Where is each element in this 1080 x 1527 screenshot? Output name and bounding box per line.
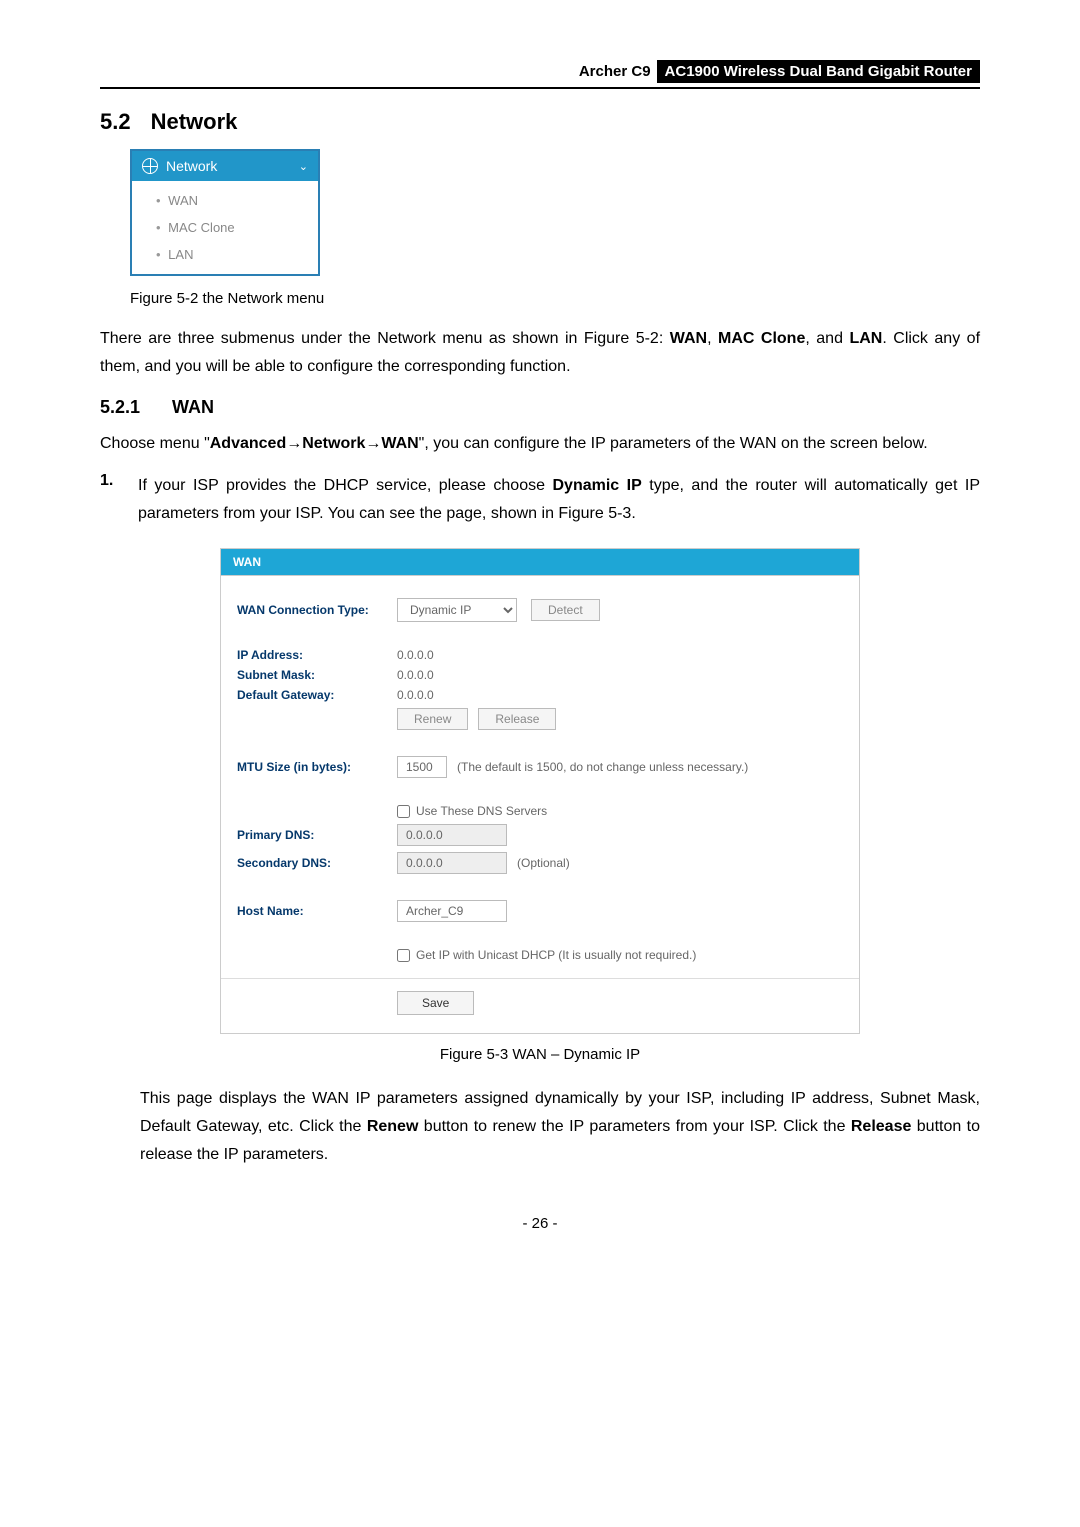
wan-panel-heading: WAN <box>221 549 859 576</box>
row-renew-release: Renew Release <box>237 708 843 730</box>
text: , and <box>805 330 849 347</box>
mtu-input[interactable] <box>397 756 447 778</box>
figure-5-3-caption: Figure 5-3 WAN – Dynamic IP <box>100 1046 980 1063</box>
label-primary-dns: Primary DNS: <box>237 828 397 842</box>
bold-renew: Renew <box>367 1118 419 1135</box>
list-item: 1. If your ISP provides the DHCP service… <box>100 472 980 528</box>
row-save: Save <box>237 991 843 1015</box>
renew-button[interactable]: Renew <box>397 708 468 730</box>
intro-paragraph: There are three submenus under the Netwo… <box>100 325 980 381</box>
menu-header-label: Network <box>166 158 217 174</box>
text: If your ISP provides the DHCP service, p… <box>138 477 552 494</box>
row-secondary-dns: Secondary DNS: (Optional) <box>237 852 843 874</box>
section-title: Network <box>151 109 238 134</box>
menu-header[interactable]: Network ⌄ <box>132 151 318 181</box>
unicast-checkbox[interactable] <box>397 949 410 962</box>
doc-header: Archer C9 AC1900 Wireless Dual Band Giga… <box>100 60 980 89</box>
figure-5-2-caption: Figure 5-2 the Network menu <box>130 290 980 307</box>
text: , <box>707 330 718 347</box>
arrow-icon: → <box>365 435 381 452</box>
row-mtu: MTU Size (in bytes): (The default is 150… <box>237 756 843 778</box>
text: Choose menu " <box>100 435 210 452</box>
label-secondary-dns: Secondary DNS: <box>237 856 397 870</box>
subsection-title: WAN <box>172 397 214 417</box>
doc-title: AC1900 Wireless Dual Band Gigabit Router <box>657 60 980 83</box>
chevron-down-icon: ⌄ <box>299 160 308 173</box>
bold-mac-clone: MAC Clone <box>718 330 805 347</box>
bold-network: Network <box>302 435 365 452</box>
save-button[interactable]: Save <box>397 991 474 1015</box>
mtu-note: (The default is 1500, do not change unle… <box>457 760 748 774</box>
list-index: 1. <box>100 472 120 528</box>
bold-wan: WAN <box>670 330 707 347</box>
label-host-name: Host Name: <box>237 904 397 918</box>
subsection-heading: 5.2.1 WAN <box>100 397 980 418</box>
arrow-icon: → <box>286 435 302 452</box>
description-paragraph: This page displays the WAN IP parameters… <box>140 1085 980 1169</box>
use-dns-checkbox[interactable] <box>397 805 410 818</box>
bold-dynamic-ip: Dynamic IP <box>552 477 641 494</box>
model-name: Archer C9 <box>579 63 657 80</box>
connection-type-select[interactable]: Dynamic IP <box>397 598 517 622</box>
row-ip-address: IP Address: 0.0.0.0 <box>237 648 843 662</box>
release-button[interactable]: Release <box>478 708 556 730</box>
row-default-gateway: Default Gateway: 0.0.0.0 <box>237 688 843 702</box>
bold-lan: LAN <box>849 330 882 347</box>
text: button to renew the IP parameters from y… <box>418 1118 850 1135</box>
row-unicast: Get IP with Unicast DHCP (It is usually … <box>237 948 843 962</box>
section-heading: 5.2 Network <box>100 109 980 135</box>
value-subnet-mask: 0.0.0.0 <box>397 668 434 682</box>
row-primary-dns: Primary DNS: <box>237 824 843 846</box>
section-number: 5.2 <box>100 109 131 134</box>
host-name-input[interactable] <box>397 900 507 922</box>
bold-advanced: Advanced <box>210 435 286 452</box>
row-host-name: Host Name: <box>237 900 843 922</box>
bold-wan: WAN <box>381 435 418 452</box>
detect-button[interactable]: Detect <box>531 599 600 621</box>
label-connection-type: WAN Connection Type: <box>237 603 397 617</box>
text: There are three submenus under the Netwo… <box>100 330 670 347</box>
row-subnet-mask: Subnet Mask: 0.0.0.0 <box>237 668 843 682</box>
primary-dns-input[interactable] <box>397 824 507 846</box>
page-number: - 26 - <box>100 1215 980 1232</box>
bold-release: Release <box>851 1118 912 1135</box>
menu-item-mac-clone[interactable]: MAC Clone <box>132 214 318 241</box>
menu-item-lan[interactable]: LAN <box>132 241 318 268</box>
value-ip-address: 0.0.0.0 <box>397 648 434 662</box>
use-dns-label: Use These DNS Servers <box>416 804 547 818</box>
secondary-dns-input[interactable] <box>397 852 507 874</box>
value-default-gateway: 0.0.0.0 <box>397 688 434 702</box>
optional-label: (Optional) <box>517 856 570 870</box>
unicast-label: Get IP with Unicast DHCP (It is usually … <box>416 948 696 962</box>
network-menu-figure: Network ⌄ WAN MAC Clone LAN <box>130 149 320 276</box>
label-ip-address: IP Address: <box>237 648 397 662</box>
divider <box>221 978 859 979</box>
globe-icon <box>142 158 158 174</box>
row-connection-type: WAN Connection Type: Dynamic IP Detect <box>237 598 843 622</box>
wan-settings-panel: WAN WAN Connection Type: Dynamic IP Dete… <box>220 548 860 1034</box>
choose-menu-paragraph: Choose menu "Advanced→Network→WAN", you … <box>100 430 980 458</box>
subsection-number: 5.2.1 <box>100 397 140 417</box>
row-use-dns: Use These DNS Servers <box>237 804 843 818</box>
menu-item-wan[interactable]: WAN <box>132 187 318 214</box>
label-subnet-mask: Subnet Mask: <box>237 668 397 682</box>
label-default-gateway: Default Gateway: <box>237 688 397 702</box>
text: ", you can configure the IP parameters o… <box>419 435 928 452</box>
ordered-list: 1. If your ISP provides the DHCP service… <box>100 472 980 528</box>
list-text: If your ISP provides the DHCP service, p… <box>138 472 980 528</box>
label-mtu: MTU Size (in bytes): <box>237 760 397 774</box>
